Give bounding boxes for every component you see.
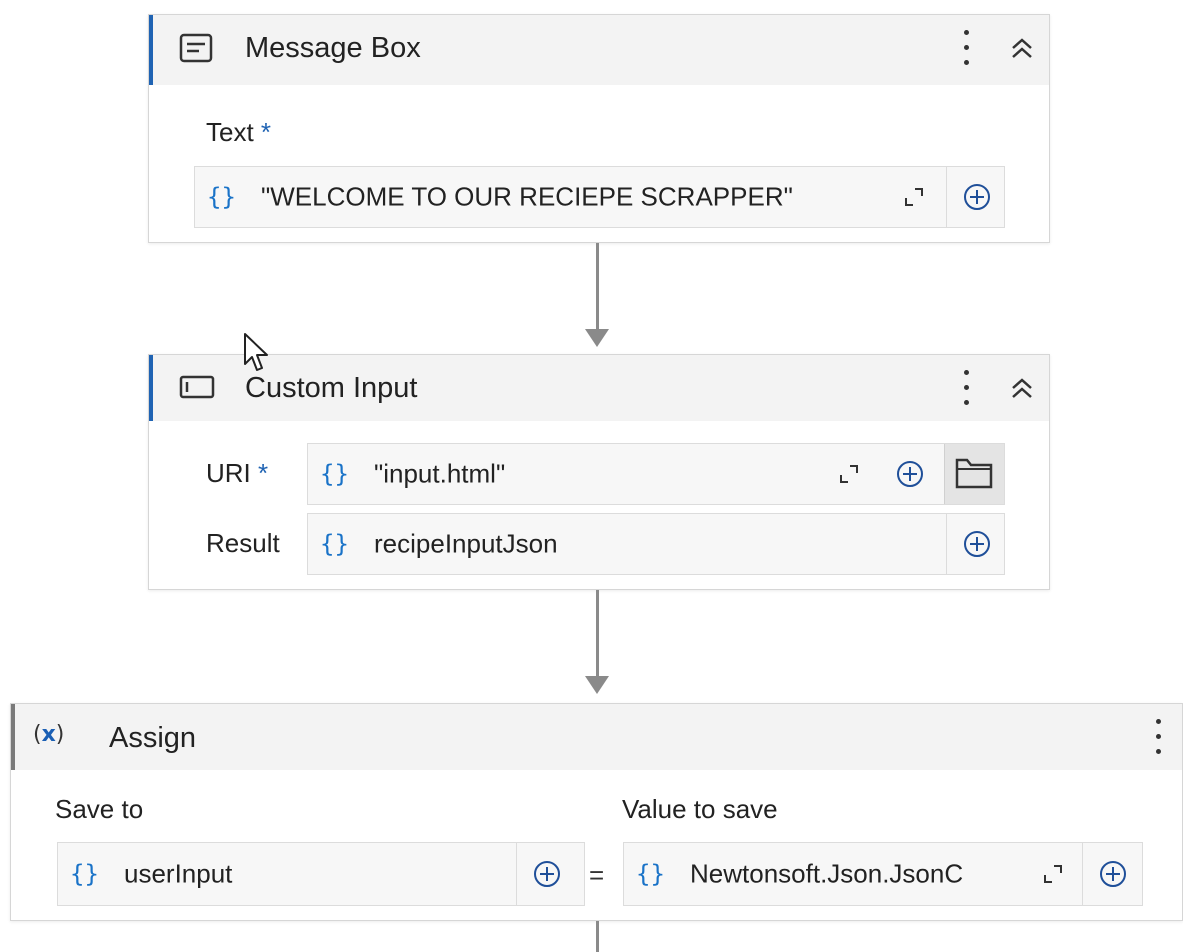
mouse-cursor-icon <box>244 333 268 371</box>
kebab-menu-icon[interactable] <box>961 28 971 68</box>
add-icon[interactable] <box>896 460 924 488</box>
add-icon[interactable] <box>963 530 991 558</box>
uri-value[interactable]: "input.html" <box>374 459 505 490</box>
flow-connector <box>596 590 599 678</box>
flow-connector <box>596 243 599 331</box>
value-to-save-value[interactable]: Newtonsoft.Json.JsonC <box>690 859 963 890</box>
text-expression-field[interactable]: {} "WELCOME TO OUR RECIEPE SCRAPPER" <box>194 166 1005 228</box>
result-expression-field[interactable]: {} recipeInputJson <box>307 513 1005 575</box>
required-marker: * <box>258 458 269 488</box>
flow-connector <box>596 921 599 952</box>
add-icon[interactable] <box>963 183 991 211</box>
expression-brace-icon: {} <box>70 860 99 888</box>
value-expression-field[interactable]: {} Newtonsoft.Json.JsonC <box>623 842 1143 906</box>
custom-input-activity[interactable]: Custom Input URI * {} "input.html" Resul… <box>148 354 1050 590</box>
result-value[interactable]: recipeInputJson <box>374 529 558 560</box>
kebab-menu-icon[interactable] <box>961 368 971 408</box>
required-marker: * <box>260 117 272 147</box>
collapse-icon[interactable] <box>1009 36 1035 62</box>
value-to-save-label: Value to save <box>622 794 778 824</box>
message-box-header[interactable]: Message Box <box>149 15 1049 85</box>
uri-field-label: URI * <box>206 458 269 488</box>
add-icon[interactable] <box>1099 860 1127 888</box>
message-box-activity[interactable]: Message Box Text * {} "WELCOME TO OUR RE… <box>148 14 1050 243</box>
save-to-label: Save to <box>55 794 144 824</box>
save-to-expression-field[interactable]: {} userInput <box>57 842 585 906</box>
kebab-menu-icon[interactable] <box>1153 717 1163 757</box>
expand-icon[interactable] <box>903 186 925 208</box>
expand-icon[interactable] <box>1042 863 1064 885</box>
expression-brace-icon: {} <box>636 860 665 888</box>
result-field-label: Result <box>206 528 280 558</box>
assign-activity[interactable]: (x) Assign Save to Value to save {} user… <box>10 703 1183 921</box>
activity-title: Custom Input <box>245 372 418 404</box>
activity-title: Assign <box>109 722 197 754</box>
text-field-label: Text * <box>206 117 272 147</box>
uri-expression-field[interactable]: {} "input.html" <box>307 443 1005 505</box>
folder-icon <box>955 458 993 489</box>
expression-brace-icon: {} <box>320 530 349 558</box>
collapse-icon[interactable] <box>1009 376 1035 402</box>
equals-sign: = <box>589 860 605 890</box>
flow-arrow <box>585 676 609 694</box>
custom-input-header[interactable]: Custom Input <box>149 355 1049 421</box>
browse-folder-button[interactable] <box>944 444 1004 504</box>
input-box-icon <box>179 375 215 399</box>
text-value[interactable]: "WELCOME TO OUR RECIEPE SCRAPPER" <box>261 182 793 213</box>
expression-brace-icon: {} <box>320 460 349 488</box>
save-to-value[interactable]: userInput <box>124 859 232 890</box>
activity-title: Message Box <box>245 32 421 64</box>
expand-icon[interactable] <box>838 463 860 485</box>
message-box-icon <box>179 33 213 63</box>
add-icon[interactable] <box>533 860 561 888</box>
flow-arrow <box>585 329 609 347</box>
expression-brace-icon: {} <box>207 183 236 211</box>
assign-header[interactable]: (x) Assign <box>11 704 1182 770</box>
variable-icon: (x) <box>33 722 65 747</box>
